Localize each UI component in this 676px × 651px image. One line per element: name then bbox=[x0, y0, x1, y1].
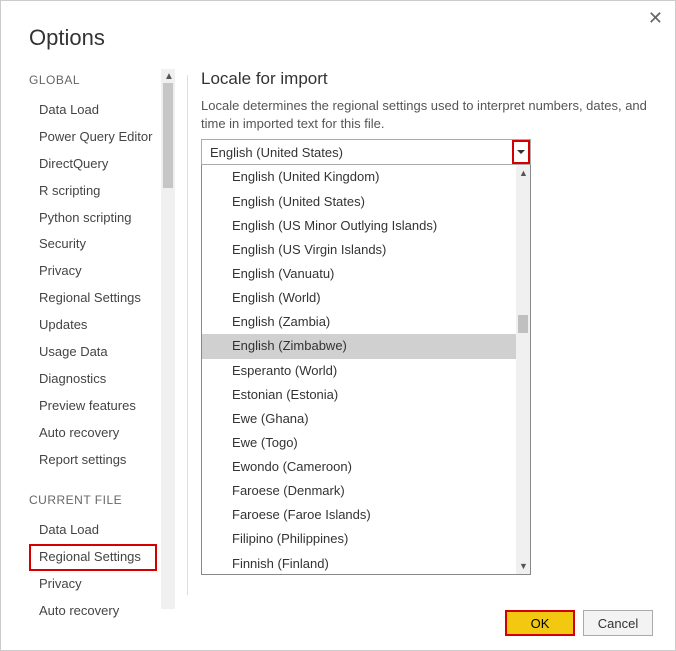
locale-option[interactable]: Ewondo (Cameroon) bbox=[202, 455, 516, 479]
locale-option[interactable]: Finnish (Finland) bbox=[202, 552, 516, 575]
locale-selected-value: English (United States) bbox=[202, 145, 512, 160]
close-icon[interactable]: ✕ bbox=[648, 9, 663, 27]
page-title: Options bbox=[1, 1, 675, 51]
sidebar: GLOBAL Data LoadPower Query EditorDirect… bbox=[1, 69, 175, 609]
locale-option[interactable]: English (United Kingdom) bbox=[202, 165, 516, 189]
main-panel: Locale for import Locale determines the … bbox=[175, 69, 675, 609]
sidebar-item-preview-features[interactable]: Preview features bbox=[29, 393, 175, 420]
section-description: Locale determines the regional settings … bbox=[201, 97, 653, 133]
sidebar-item-privacy[interactable]: Privacy bbox=[29, 258, 175, 285]
dropdown-toggle[interactable] bbox=[512, 140, 530, 164]
sidebar-section-current-file: CURRENT FILE bbox=[29, 493, 175, 507]
locale-option[interactable]: Faroese (Faroe Islands) bbox=[202, 503, 516, 527]
sidebar-item-data-load[interactable]: Data Load bbox=[29, 97, 175, 124]
locale-option[interactable]: Ewe (Togo) bbox=[202, 431, 516, 455]
sidebar-item-usage-data[interactable]: Usage Data bbox=[29, 339, 175, 366]
chevron-down-icon[interactable]: ▼ bbox=[519, 561, 528, 571]
ok-button[interactable]: OK bbox=[505, 610, 575, 636]
sidebar-item-updates[interactable]: Updates bbox=[29, 312, 175, 339]
sidebar-item-auto-recovery[interactable]: Auto recovery bbox=[29, 598, 175, 625]
locale-option[interactable]: English (US Virgin Islands) bbox=[202, 238, 516, 262]
dropdown-scrollbar[interactable]: ▲ ▼ bbox=[516, 165, 530, 574]
locale-option[interactable]: Faroese (Denmark) bbox=[202, 479, 516, 503]
locale-option[interactable]: English (Zambia) bbox=[202, 310, 516, 334]
chevron-up-icon[interactable]: ▲ bbox=[519, 168, 528, 178]
locale-option[interactable]: English (World) bbox=[202, 286, 516, 310]
scrollbar-thumb[interactable] bbox=[163, 83, 173, 188]
locale-option[interactable]: Estonian (Estonia) bbox=[202, 383, 516, 407]
sidebar-item-python-scripting[interactable]: Python scripting bbox=[29, 205, 175, 232]
dialog-footer: OK Cancel bbox=[505, 610, 653, 636]
sidebar-item-diagnostics[interactable]: Diagnostics bbox=[29, 366, 175, 393]
cancel-button[interactable]: Cancel bbox=[583, 610, 653, 636]
scrollbar-thumb[interactable] bbox=[518, 315, 528, 333]
sidebar-section-global: GLOBAL bbox=[29, 73, 175, 87]
locale-combobox[interactable]: English (United States) bbox=[201, 139, 531, 165]
chevron-up-icon[interactable]: ▲ bbox=[164, 71, 174, 82]
sidebar-item-data-load[interactable]: Data Load bbox=[29, 517, 175, 544]
locale-option[interactable]: English (US Minor Outlying Islands) bbox=[202, 214, 516, 238]
locale-dropdown[interactable]: English (United Kingdom)English (United … bbox=[201, 165, 531, 575]
chevron-down-icon bbox=[517, 150, 525, 154]
sidebar-item-regional-settings[interactable]: Regional Settings bbox=[29, 544, 157, 571]
sidebar-item-regional-settings[interactable]: Regional Settings bbox=[29, 285, 175, 312]
sidebar-item-privacy[interactable]: Privacy bbox=[29, 571, 175, 598]
divider bbox=[187, 75, 188, 595]
locale-option[interactable]: English (Vanuatu) bbox=[202, 262, 516, 286]
locale-option[interactable]: Esperanto (World) bbox=[202, 359, 516, 383]
sidebar-item-r-scripting[interactable]: R scripting bbox=[29, 178, 175, 205]
section-heading: Locale for import bbox=[201, 69, 653, 89]
locale-option[interactable]: English (Zimbabwe) bbox=[202, 334, 516, 358]
sidebar-scrollbar[interactable]: ▲ bbox=[161, 69, 175, 609]
sidebar-item-directquery[interactable]: DirectQuery bbox=[29, 151, 175, 178]
locale-option[interactable]: Ewe (Ghana) bbox=[202, 407, 516, 431]
sidebar-item-security[interactable]: Security bbox=[29, 231, 175, 258]
sidebar-item-power-query-editor[interactable]: Power Query Editor bbox=[29, 124, 175, 151]
sidebar-item-auto-recovery[interactable]: Auto recovery bbox=[29, 420, 175, 447]
locale-option[interactable]: English (United States) bbox=[202, 190, 516, 214]
locale-option[interactable]: Filipino (Philippines) bbox=[202, 527, 516, 551]
sidebar-item-report-settings[interactable]: Report settings bbox=[29, 447, 175, 474]
